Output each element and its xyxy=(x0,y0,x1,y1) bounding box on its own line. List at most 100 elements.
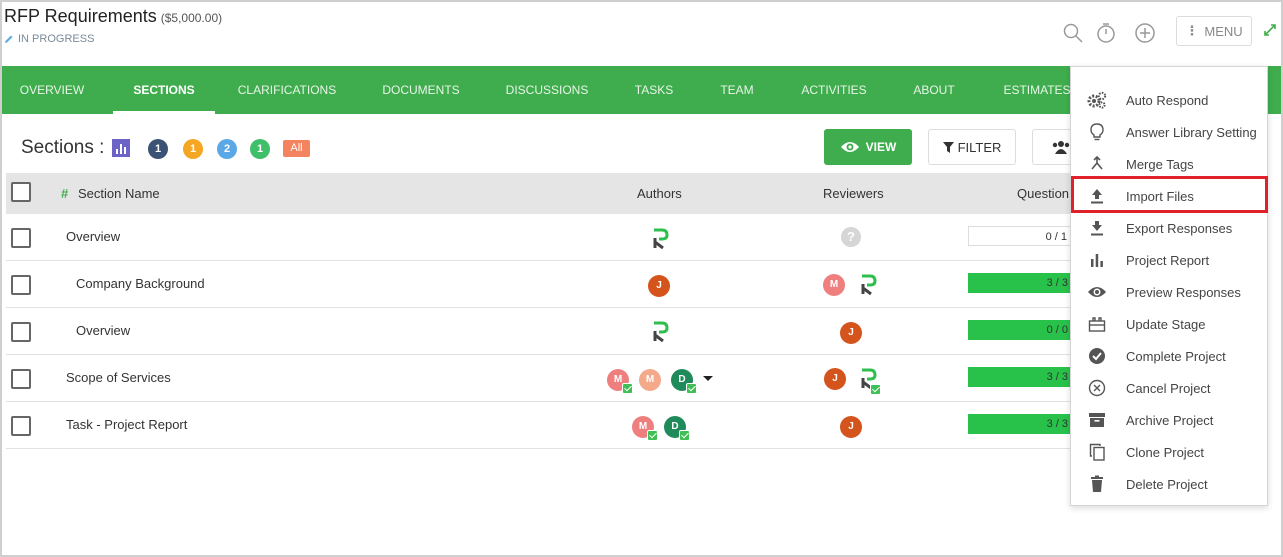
status-badge[interactable]: 1 xyxy=(148,139,168,159)
avatar-initial: M xyxy=(638,421,648,432)
page-title: RFP Requirements ($5,000.00) xyxy=(4,6,222,27)
tab-discussions[interactable]: DISCUSSIONS xyxy=(496,66,598,114)
menu-item-cancel-project[interactable]: Cancel Project xyxy=(1071,372,1267,404)
menu-item-label: Merge Tags xyxy=(1126,156,1194,172)
column-header-reviewers: Reviewers xyxy=(823,186,884,201)
row-checkbox[interactable] xyxy=(11,275,31,295)
search-icon[interactable] xyxy=(1062,22,1084,44)
table-row[interactable]: Task - Project Report M D J 3 / 3 xyxy=(6,402,1078,449)
table-row[interactable]: Overview ? 0 / 1 xyxy=(6,214,1078,261)
check-icon xyxy=(622,383,633,394)
avatar[interactable]: J xyxy=(840,416,862,438)
add-circle-icon[interactable] xyxy=(1134,22,1156,44)
responsive-logo-icon xyxy=(861,274,877,296)
menu-button[interactable]: ⋮ MENU xyxy=(1176,16,1252,46)
menu-item-complete-project[interactable]: Complete Project xyxy=(1071,340,1267,372)
lightbulb-icon xyxy=(1087,122,1107,142)
avatar[interactable]: D xyxy=(664,416,690,441)
archive-icon xyxy=(1087,410,1107,430)
tab-about[interactable]: ABOUT xyxy=(902,66,966,114)
question-progress: 0 / 1 xyxy=(968,226,1078,246)
section-name[interactable]: Overview xyxy=(76,308,130,354)
avatar-initial: D xyxy=(671,421,679,432)
menu-item-archive-project[interactable]: Archive Project xyxy=(1071,404,1267,436)
avatar[interactable]: J xyxy=(648,275,670,297)
row-checkbox[interactable] xyxy=(11,416,31,436)
cancel-circle-icon xyxy=(1087,378,1107,398)
eye-icon xyxy=(840,142,859,152)
tab-clarifications[interactable]: CLARIFICATIONS xyxy=(228,66,346,114)
menu-item-label: Preview Responses xyxy=(1126,284,1241,300)
status-text: IN PROGRESS xyxy=(18,33,95,45)
question-progress: 3 / 3 xyxy=(968,367,1078,387)
table-row[interactable]: Scope of Services M M D J 3 / 3 xyxy=(6,355,1078,402)
row-checkbox[interactable] xyxy=(11,322,31,342)
menu-item-preview-responses[interactable]: Preview Responses xyxy=(1071,276,1267,308)
tab-tasks[interactable]: TASKS xyxy=(624,66,684,114)
section-name[interactable]: Scope of Services xyxy=(66,355,171,401)
question-progress: 0 / 0 xyxy=(968,320,1078,340)
responsive-logo-icon xyxy=(653,321,669,343)
all-badge[interactable]: All xyxy=(283,140,310,157)
tab-documents[interactable]: DOCUMENTS xyxy=(374,66,468,114)
tab-overview[interactable]: OVERVIEW xyxy=(2,66,102,114)
select-all-checkbox[interactable] xyxy=(11,182,31,202)
table-row[interactable]: Company Background J M 3 / 3 xyxy=(6,261,1078,308)
avatar[interactable]: M xyxy=(639,369,661,391)
check-icon xyxy=(679,430,690,441)
menu-item-label: Delete Project xyxy=(1126,476,1208,492)
check-icon xyxy=(870,384,881,395)
stage-icon xyxy=(1087,314,1107,334)
tab-team[interactable]: TEAM xyxy=(707,66,767,114)
column-header-section-name[interactable]: Section Name xyxy=(78,173,160,214)
menu-item-label: Cancel Project xyxy=(1126,380,1211,396)
users-icon xyxy=(1052,141,1070,154)
avatar-initial: D xyxy=(678,374,686,385)
menu-item-label: Clone Project xyxy=(1126,444,1205,460)
status-badge[interactable]: 2 xyxy=(217,139,237,159)
avatar[interactable]: M xyxy=(823,274,845,296)
question-progress: 3 / 3 xyxy=(968,414,1078,434)
menu-item-export-responses[interactable]: Export Responses xyxy=(1071,212,1267,244)
check-circle-icon xyxy=(1087,346,1107,366)
avatar[interactable]: M xyxy=(632,416,658,441)
menu-item-label: Export Responses xyxy=(1126,220,1233,236)
avatar[interactable]: D xyxy=(671,369,697,394)
view-button[interactable]: VIEW xyxy=(824,129,912,165)
menu-item-label: Auto Respond xyxy=(1126,92,1209,108)
menu-item-update-stage[interactable]: Update Stage xyxy=(1071,308,1267,340)
tab-sections[interactable]: SECTIONS xyxy=(113,66,215,114)
avatar[interactable]: J xyxy=(840,322,862,344)
timer-icon[interactable] xyxy=(1095,22,1117,44)
menu-item-auto-respond[interactable]: Auto Respond xyxy=(1071,84,1267,116)
check-icon xyxy=(686,383,697,394)
menu-item-answer-library-setting[interactable]: Answer Library Setting xyxy=(1071,116,1267,148)
avatar-initial: M xyxy=(613,374,623,385)
chart-icon[interactable] xyxy=(112,139,131,157)
tab-activities[interactable]: ACTIVITIES xyxy=(790,66,878,114)
row-checkbox[interactable] xyxy=(11,228,31,248)
status-badge[interactable]: 1 xyxy=(183,139,203,159)
avatar[interactable]: M xyxy=(607,369,633,394)
section-name[interactable]: Company Background xyxy=(76,261,205,307)
status-badge[interactable]: 1 xyxy=(250,139,270,159)
table-row[interactable]: Overview J 0 / 0 xyxy=(6,308,1078,355)
unassigned-reviewer-icon: ? xyxy=(841,227,861,247)
section-name[interactable]: Overview xyxy=(66,214,120,260)
section-name[interactable]: Task - Project Report xyxy=(66,402,187,448)
status-indicator[interactable]: IN PROGRESS xyxy=(4,33,94,45)
trash-icon xyxy=(1087,474,1107,494)
row-checkbox[interactable] xyxy=(11,369,31,389)
avatar[interactable]: J xyxy=(824,368,846,390)
project-amount: ($5,000.00) xyxy=(160,11,223,25)
menu-item-label: Update Stage xyxy=(1126,316,1206,332)
menu-item-project-report[interactable]: Project Report xyxy=(1071,244,1267,276)
expand-icon[interactable] xyxy=(1262,22,1278,38)
chevron-down-icon[interactable] xyxy=(703,376,713,381)
kebab-icon: ⋮ xyxy=(1185,23,1199,38)
menu-item-clone-project[interactable]: Clone Project xyxy=(1071,436,1267,468)
tab-estimates[interactable]: ESTIMATES xyxy=(992,66,1082,114)
filter-button[interactable]: FILTER xyxy=(928,129,1016,165)
sections-label: Sections : xyxy=(21,137,105,158)
menu-item-delete-project[interactable]: Delete Project xyxy=(1071,468,1267,500)
